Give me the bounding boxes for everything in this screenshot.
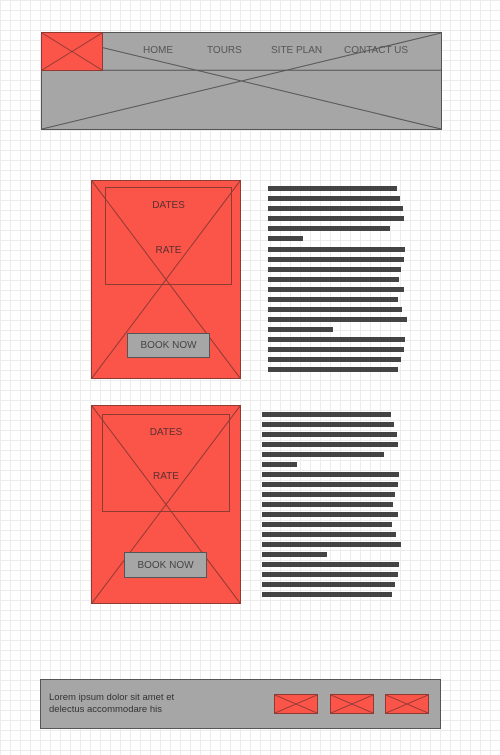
social-icon[interactable] xyxy=(330,694,374,714)
dates-label: DATES xyxy=(149,427,183,438)
tour-description-text xyxy=(262,412,407,602)
book-now-button[interactable]: BOOK NOW xyxy=(124,552,207,578)
nav-tours[interactable]: TOURS xyxy=(207,45,242,56)
social-icon[interactable] xyxy=(385,694,429,714)
rate-label: RATE xyxy=(153,471,179,482)
book-now-button[interactable]: BOOK NOW xyxy=(127,333,210,358)
logo-placeholder-icon xyxy=(42,33,102,70)
site-footer: Lorem ipsum dolor sit amet et delectus a… xyxy=(40,679,441,729)
nav-site-plan[interactable]: SITE PLAN xyxy=(271,45,322,56)
dates-label: DATES xyxy=(152,200,185,211)
footer-text: Lorem ipsum dolor sit amet et delectus a… xyxy=(49,692,175,715)
tour-info-box: DATES RATE xyxy=(105,187,232,285)
tour-description-text xyxy=(268,186,413,376)
nav-home[interactable]: HOME xyxy=(143,45,173,56)
tour-card-image: DATES RATE BOOK NOW xyxy=(91,180,241,379)
logo[interactable] xyxy=(41,32,103,71)
rate-label: RATE xyxy=(155,245,182,256)
tour-info-box: DATES RATE xyxy=(102,414,230,512)
social-placeholder-icon xyxy=(331,695,373,713)
tour-card-image: DATES RATE BOOK NOW xyxy=(91,405,241,604)
social-placeholder-icon xyxy=(275,695,317,713)
social-icon[interactable] xyxy=(274,694,318,714)
nav-contact-us[interactable]: CONTACT US xyxy=(344,45,408,56)
social-placeholder-icon xyxy=(386,695,428,713)
